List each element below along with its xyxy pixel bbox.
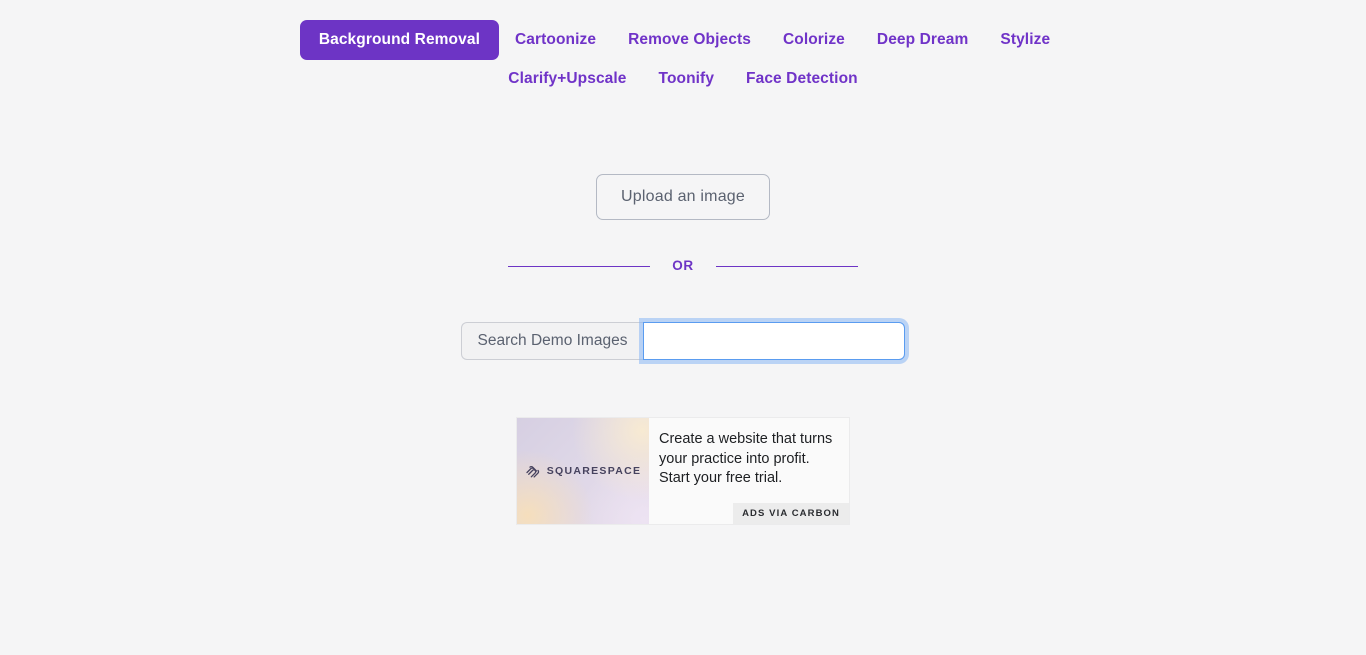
tab-cartoonize[interactable]: Cartoonize	[499, 21, 612, 59]
squarespace-wordmark: SQUARESPACE	[546, 465, 642, 477]
search-section: Search Demo Images	[0, 322, 1366, 360]
ad-image[interactable]: SQUARESPACE	[517, 418, 649, 524]
filter-tabs-row-2: Clarify+Upscale Toonify Face Detection	[333, 60, 1033, 98]
tab-deep-dream[interactable]: Deep Dream	[861, 21, 984, 59]
tab-clarify-upscale[interactable]: Clarify+Upscale	[492, 60, 642, 98]
carbon-ad-card[interactable]: SQUARESPACE Create a website that turns …	[517, 418, 849, 524]
squarespace-logo: SQUARESPACE	[525, 464, 642, 479]
divider-line-right	[715, 265, 858, 267]
advertisement-section: SQUARESPACE Create a website that turns …	[0, 418, 1366, 524]
ads-via-carbon-badge[interactable]: ADS VIA CARBON	[733, 503, 849, 524]
filter-tabs-row-1: Background Removal Cartoonize Remove Obj…	[299, 20, 1050, 60]
tab-background-removal[interactable]: Background Removal	[299, 20, 499, 60]
tab-colorize[interactable]: Colorize	[767, 21, 861, 59]
tab-toonify[interactable]: Toonify	[643, 60, 731, 98]
filter-tabs-nav: Background Removal Cartoonize Remove Obj…	[299, 0, 1050, 98]
tab-remove-objects[interactable]: Remove Objects	[612, 21, 767, 59]
tab-face-detection[interactable]: Face Detection	[730, 60, 874, 98]
search-input-group: Search Demo Images	[460, 322, 906, 360]
divider-line-left	[508, 265, 651, 267]
squarespace-mark-icon	[526, 465, 539, 478]
tab-stylize[interactable]: Stylize	[984, 21, 1066, 59]
upload-section: Upload an image	[0, 174, 1366, 220]
search-input-label: Search Demo Images	[460, 322, 644, 360]
ad-body: Create a website that turns your practic…	[649, 418, 849, 524]
divider-label: OR	[672, 258, 694, 273]
search-input[interactable]	[643, 322, 906, 360]
ad-text[interactable]: Create a website that turns your practic…	[659, 430, 837, 489]
or-divider: OR	[0, 258, 1366, 274]
upload-image-button[interactable]: Upload an image	[596, 174, 770, 220]
